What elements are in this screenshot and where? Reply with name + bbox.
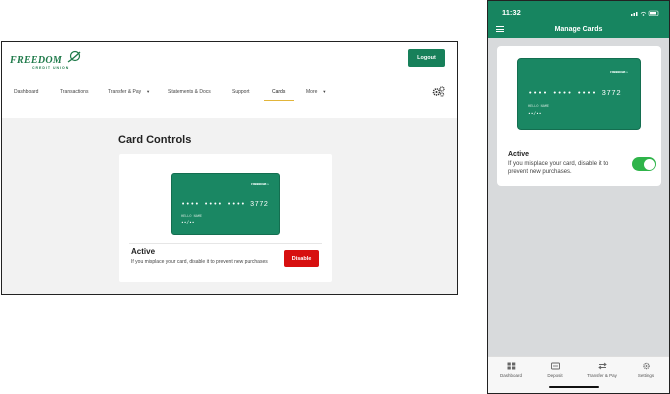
status-bar-time: 11:32 [502,8,521,17]
desktop-window: FREEDOM CREDIT UNION Logout Dashboard Tr… [1,41,458,295]
card-status-title: Active [508,151,530,158]
credit-card-image: FREEDOM CREDIT UNION •••• •••• •••• 3772… [517,58,641,130]
card-holder-name: HELLO NAME [528,105,550,109]
card-active-toggle[interactable] [632,157,656,171]
tab-label: Settings [637,373,655,378]
logo-tagline: CREDIT UNION [32,66,70,70]
nav-label: Statements & Docs [168,89,211,95]
nav-label: Transfer & Pay [108,89,142,95]
card-control-panel: FREEDOM CREDIT UNION •••• •••• •••• 3772… [119,154,332,282]
desktop-header: FREEDOM CREDIT UNION Logout Dashboard Tr… [2,42,457,118]
nav-label: Support [232,89,250,95]
nav-item-transfer-pay[interactable]: Transfer & Pay ▼ [108,89,150,95]
credit-card-image: FREEDOM CREDIT UNION •••• •••• •••• 3772… [171,173,280,235]
tab-settings[interactable]: Settings [626,362,666,378]
nav-item-dashboard[interactable]: Dashboard [14,89,38,95]
nav-label: Cards [272,89,286,95]
tab-label: Dashboard [499,373,522,378]
settings-gears-icon[interactable] [432,86,445,97]
nav-item-statements-docs[interactable]: Statements & Docs [168,89,211,95]
nav-label: Dashboard [14,89,39,95]
transfer-icon [597,362,607,370]
card-expiry: ••/•• [181,221,195,226]
nav-label: More [306,89,318,95]
tab-dashboard[interactable]: Dashboard [491,362,531,378]
card-holder-name: HELLO NAME [181,215,203,219]
disable-card-button[interactable]: Disable [284,250,319,267]
mobile-header: 11:32 Manage Cards [488,1,669,38]
mobile-window: 11:32 Manage Cards FREEDOM CREDIT UNION … [487,0,670,394]
logout-button[interactable]: Logout [408,49,445,67]
card-logo: FREEDOM CREDIT UNION [610,68,632,76]
deposit-icon [550,362,560,370]
nav-item-transactions[interactable]: Transactions [60,89,88,95]
card-expiry: ••/•• [528,112,542,117]
card-number: •••• •••• •••• 3772 [181,201,269,209]
card-logo-tagline: CREDIT UNION [254,185,270,186]
logo-name: FREEDOM [10,55,63,66]
caret-down-icon: ▼ [146,89,151,94]
tab-deposit[interactable]: Deposit [535,362,575,378]
home-indicator [549,386,599,388]
page-title: Card Controls [118,134,192,146]
card-logo: FREEDOM CREDIT UNION [251,180,273,188]
grid-icon [507,362,515,370]
divider [129,243,322,244]
card-status-title: Active [131,247,156,256]
logo-mark-icon [67,50,81,63]
card-logo-tagline: CREDIT UNION [613,73,629,74]
nav-item-support[interactable]: Support [232,89,250,95]
mobile-card-panel: FREEDOM CREDIT UNION •••• •••• •••• 3772… [497,46,661,186]
tab-label: Transfer & Pay [587,373,617,378]
main-nav: Dashboard Transactions Transfer & Pay ▼ S… [2,86,457,102]
freedom-logo[interactable]: FREEDOM CREDIT UNION [10,50,86,72]
caret-down-icon: ▼ [322,89,327,94]
nav-item-more[interactable]: More ▼ [306,89,326,95]
card-status-description: If you misplace your card, disable it to… [131,259,268,265]
status-bar-icons [631,10,659,16]
nav-label: Transactions [60,89,89,95]
nav-item-cards[interactable]: Cards [272,89,285,95]
mobile-tab-bar: Dashboard Deposit Transfer & Pay Setting… [488,356,669,393]
toggle-knob [643,158,655,170]
desktop-content: Card Controls FREEDOM CREDIT UNION •••• … [2,118,457,294]
gear-icon [642,362,650,370]
nav-active-indicator [264,100,294,101]
card-number: •••• •••• •••• 3772 [528,90,622,98]
card-status-description: If you misplace your card, disable it to… [508,161,609,175]
mobile-page-title: Manage Cards [554,26,603,33]
tab-label: Deposit [547,373,563,378]
tab-transfer-pay[interactable]: Transfer & Pay [582,362,622,378]
